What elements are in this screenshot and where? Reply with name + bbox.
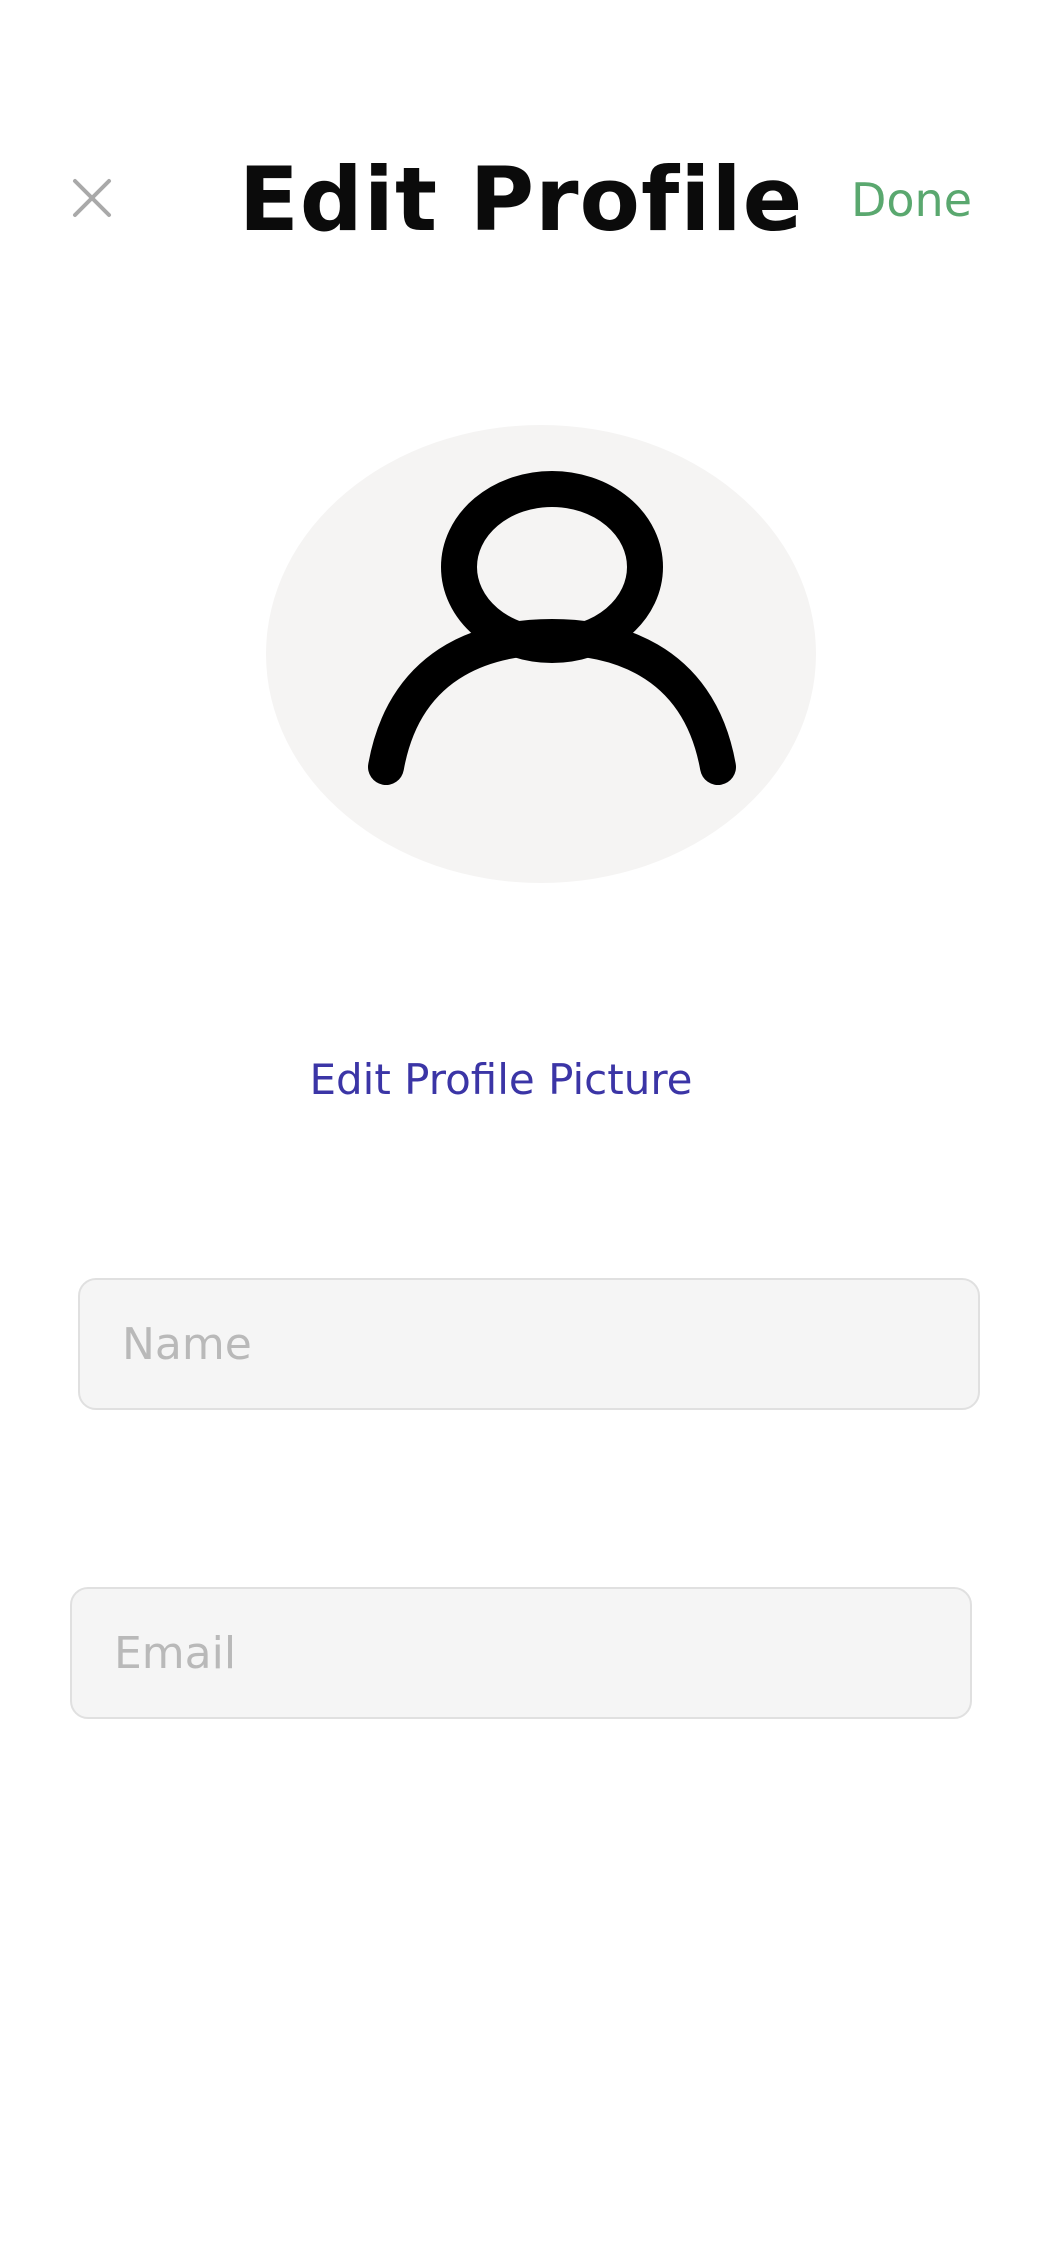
name-field[interactable] xyxy=(78,1278,980,1410)
name-input[interactable] xyxy=(80,1280,978,1408)
edit-profile-screen: Edit Profile Done Edit Profile Picture xyxy=(0,0,1042,2256)
done-button[interactable]: Done xyxy=(851,170,972,230)
avatar[interactable] xyxy=(266,425,816,883)
email-field[interactable] xyxy=(70,1587,972,1719)
person-icon xyxy=(368,471,736,785)
edit-profile-picture-link[interactable]: Edit Profile Picture xyxy=(0,1050,1002,1110)
email-input[interactable] xyxy=(72,1589,970,1717)
